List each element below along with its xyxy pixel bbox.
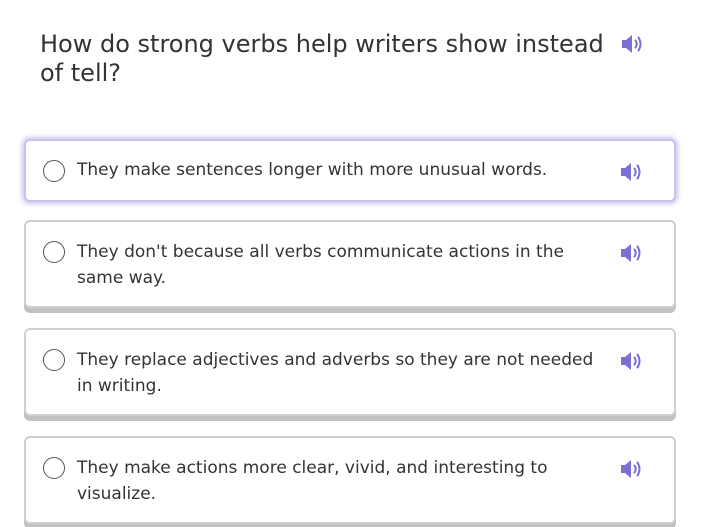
question-speaker-icon[interactable] (620, 33, 644, 55)
question-text: How do strong verbs help writers show in… (40, 30, 604, 87)
speaker-icon[interactable] (619, 161, 643, 183)
answer-choice-label: They replace adjectives and adverbs so t… (77, 350, 594, 396)
speaker-icon[interactable] (619, 350, 643, 372)
radio-button[interactable] (43, 241, 65, 263)
answer-choice-1[interactable]: They make sentences longer with more unu… (24, 139, 676, 202)
quiz-page: How do strong verbs help writers show in… (0, 0, 703, 527)
speaker-icon[interactable] (619, 458, 643, 480)
speaker-icon[interactable] (619, 242, 643, 264)
answer-choice-3[interactable]: They replace adjectives and adverbs so t… (24, 328, 676, 416)
radio-button[interactable] (43, 349, 65, 371)
answer-choice-label: They make actions more clear, vivid, and… (77, 458, 548, 504)
answer-choice-label: They don't because all verbs communicate… (77, 242, 564, 288)
answer-choice-4[interactable]: They make actions more clear, vivid, and… (24, 436, 676, 524)
radio-button[interactable] (43, 160, 65, 182)
answer-choice-2[interactable]: They don't because all verbs communicate… (24, 220, 676, 308)
answer-choice-label: They make sentences longer with more unu… (77, 160, 548, 180)
radio-button[interactable] (43, 457, 65, 479)
